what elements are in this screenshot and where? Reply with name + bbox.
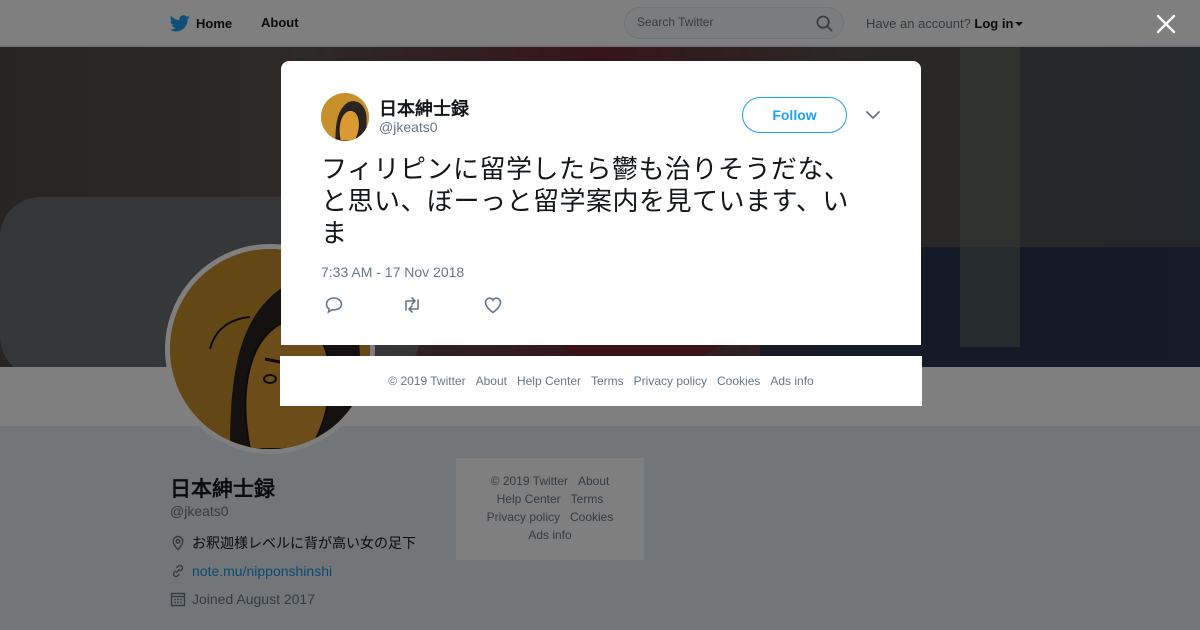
- heart-icon[interactable]: [482, 295, 504, 315]
- footer-cookies-link[interactable]: Cookies: [717, 374, 760, 388]
- retweet-icon[interactable]: [401, 295, 423, 315]
- chevron-down-icon[interactable]: [865, 109, 881, 121]
- footer-help-link[interactable]: Help Center: [517, 374, 581, 388]
- close-icon[interactable]: [1154, 12, 1178, 36]
- footer-ads-link[interactable]: Ads info: [770, 374, 813, 388]
- tweet-author-handle[interactable]: @jkeats0: [379, 119, 438, 135]
- footer-copyright: © 2019 Twitter: [388, 374, 466, 388]
- tweet-permalink-modal: 日本紳士録 @jkeats0 Follow フィリピンに留学したら鬱も治りそうだ…: [281, 61, 921, 345]
- tweet-author-name[interactable]: 日本紳士録: [379, 95, 469, 121]
- avatar-illustration: [321, 93, 369, 141]
- follow-button[interactable]: Follow: [742, 97, 847, 133]
- reply-icon[interactable]: [323, 295, 345, 315]
- footer-privacy-link[interactable]: Privacy policy: [634, 374, 707, 388]
- tweet-author-avatar[interactable]: [321, 93, 369, 141]
- footer-terms-link[interactable]: Terms: [591, 374, 624, 388]
- footer-about-link[interactable]: About: [476, 374, 507, 388]
- modal-footer: © 2019 Twitter About Help Center Terms Priva…: [280, 356, 922, 406]
- tweet-timestamp[interactable]: 7:33 AM - 17 Nov 2018: [321, 264, 464, 280]
- tweet-text: フィリピンに留学したら鬱も治りそうだな、と思い、ぼーっと留学案内を見ています、い…: [321, 155, 851, 249]
